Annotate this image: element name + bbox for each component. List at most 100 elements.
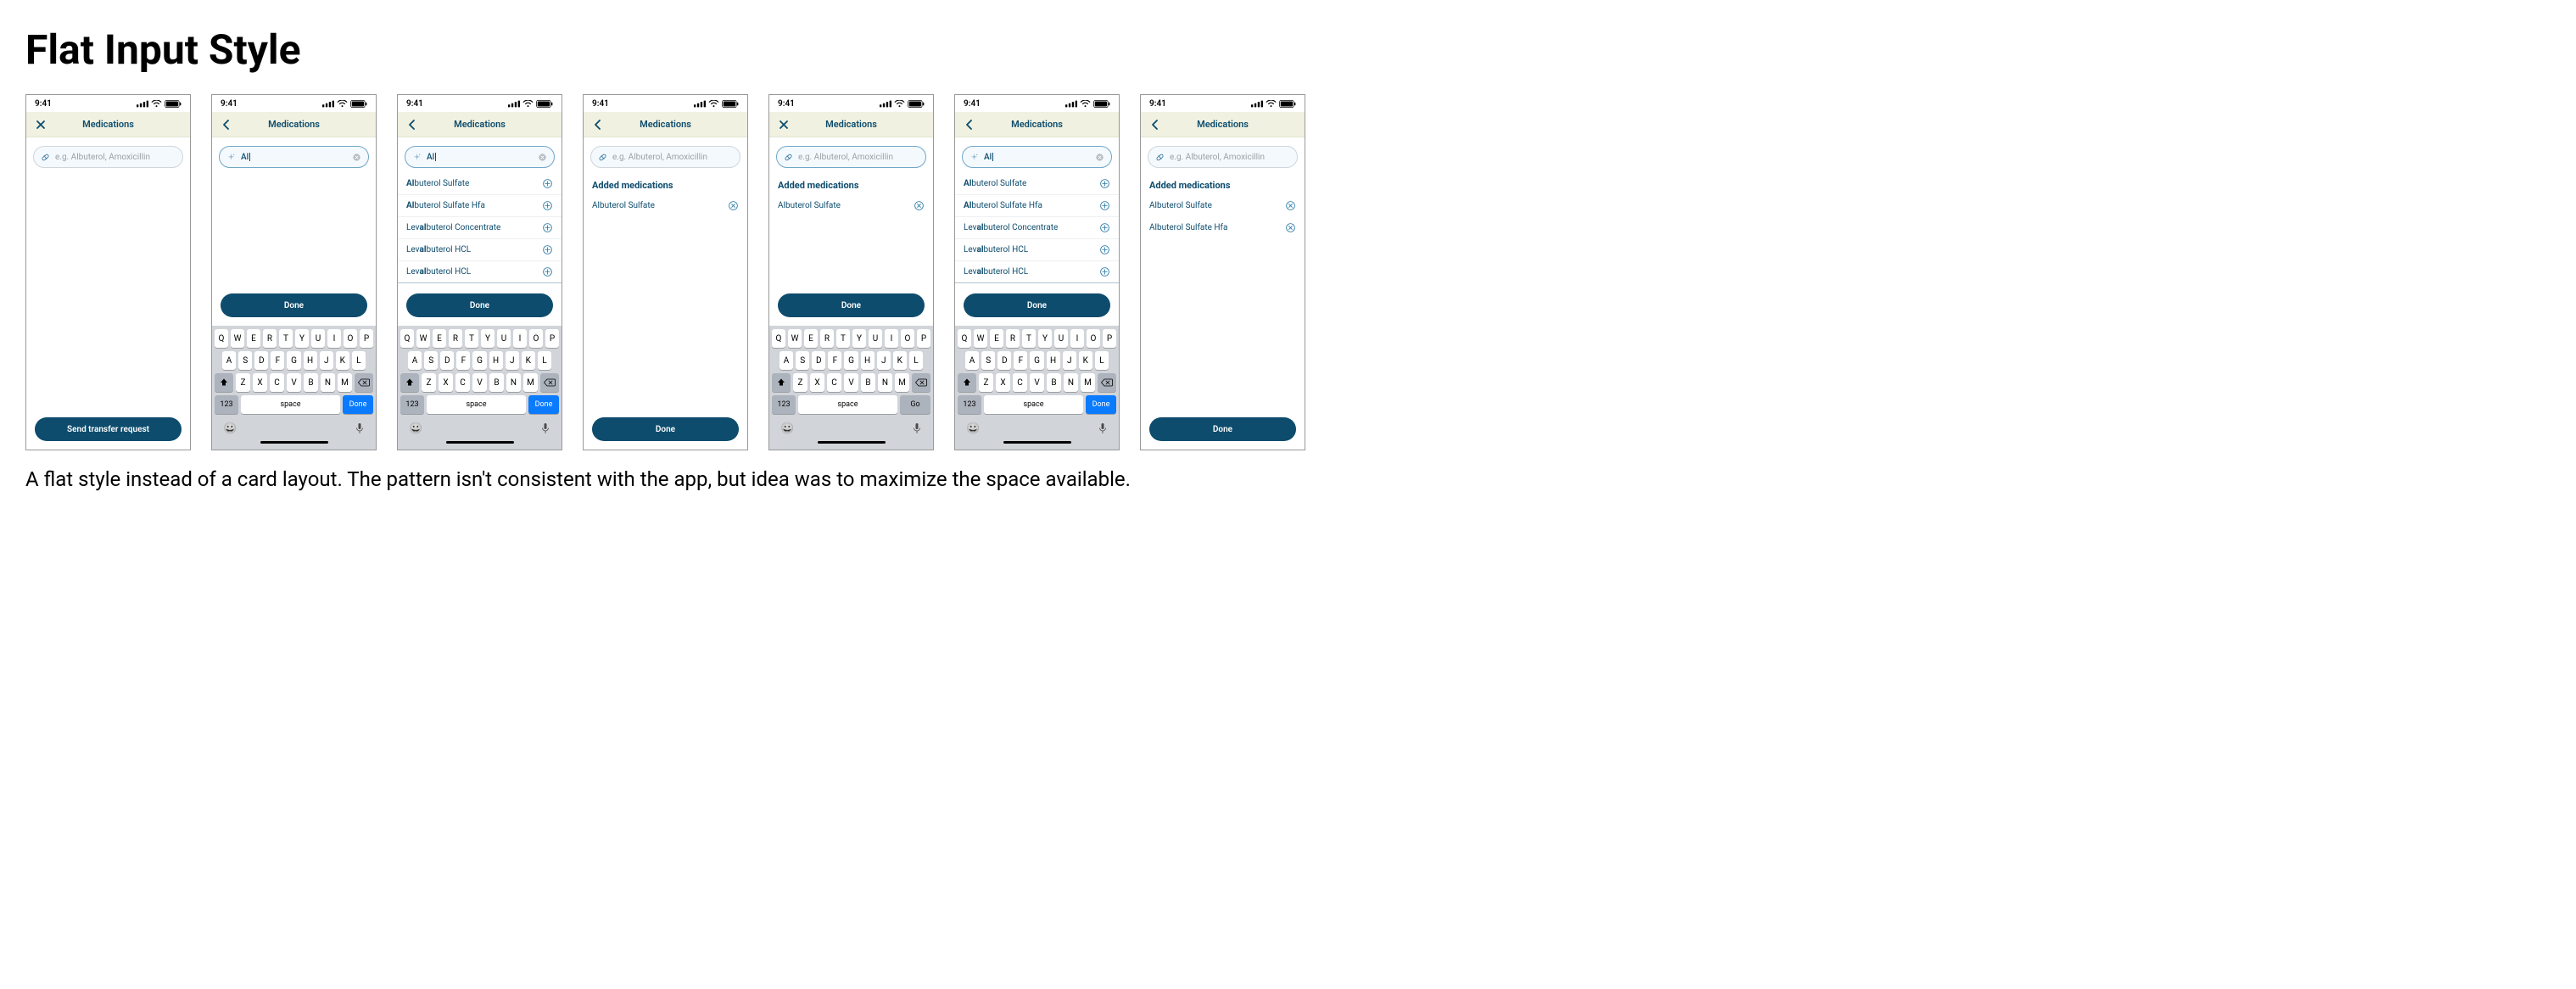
add-icon[interactable] — [542, 178, 553, 189]
key-A[interactable]: A — [222, 351, 236, 370]
key-Q[interactable]: Q — [958, 329, 971, 348]
key-K[interactable]: K — [893, 351, 907, 370]
key-K[interactable]: K — [522, 351, 535, 370]
key-C[interactable]: C — [827, 373, 841, 392]
shift-key[interactable] — [772, 373, 791, 392]
key-T[interactable]: T — [1022, 329, 1036, 348]
mic-icon[interactable] — [540, 422, 550, 434]
numeric-key[interactable]: 123 — [215, 395, 238, 414]
key-X[interactable]: X — [996, 373, 1010, 392]
clear-icon[interactable] — [538, 153, 547, 162]
key-L[interactable]: L — [538, 351, 551, 370]
key-O[interactable]: O — [1087, 329, 1100, 348]
key-U[interactable]: U — [497, 329, 511, 348]
key-G[interactable]: G — [472, 351, 486, 370]
key-X[interactable]: X — [253, 373, 267, 392]
key-C[interactable]: C — [1013, 373, 1027, 392]
key-N[interactable]: N — [506, 373, 521, 392]
key-V[interactable]: V — [844, 373, 858, 392]
shift-key[interactable] — [958, 373, 976, 392]
key-W[interactable]: W — [974, 329, 987, 348]
key-R[interactable]: R — [1006, 329, 1020, 348]
key-P[interactable]: P — [1103, 329, 1116, 348]
done-button[interactable]: Done — [964, 293, 1110, 317]
key-R[interactable]: R — [263, 329, 277, 348]
key-Z[interactable]: Z — [422, 373, 436, 392]
search-input[interactable]: Al — [219, 146, 369, 168]
backspace-key[interactable] — [540, 373, 559, 392]
space-key[interactable]: space — [427, 395, 526, 414]
key-V[interactable]: V — [1030, 373, 1044, 392]
remove-icon[interactable] — [728, 200, 739, 211]
key-U[interactable]: U — [869, 329, 882, 348]
key-H[interactable]: H — [1047, 351, 1060, 370]
key-U[interactable]: U — [311, 329, 325, 348]
emoji-icon[interactable]: 😀 — [223, 422, 237, 435]
key-F[interactable]: F — [456, 351, 470, 370]
search-input[interactable]: Al — [962, 146, 1112, 168]
shift-key[interactable] — [400, 373, 419, 392]
done-button[interactable]: Done — [221, 293, 367, 317]
key-K[interactable]: K — [336, 351, 349, 370]
add-icon[interactable] — [542, 266, 553, 277]
backspace-key[interactable] — [912, 373, 930, 392]
result-row[interactable]: Albuterol Sulfate Hfa — [398, 195, 562, 217]
key-M[interactable]: M — [1081, 373, 1095, 392]
key-T[interactable]: T — [279, 329, 293, 348]
key-G[interactable]: G — [287, 351, 300, 370]
remove-icon[interactable] — [1285, 222, 1296, 233]
key-Y[interactable]: Y — [295, 329, 309, 348]
key-V[interactable]: V — [472, 373, 487, 392]
keyboard-done-key[interactable]: Done — [343, 395, 373, 414]
key-P[interactable]: P — [545, 329, 559, 348]
key-T[interactable]: T — [836, 329, 850, 348]
clear-icon[interactable] — [1095, 153, 1104, 162]
key-J[interactable]: J — [506, 351, 519, 370]
add-icon[interactable] — [1099, 222, 1110, 233]
result-row[interactable]: Levalbuterol HCL — [955, 261, 1119, 283]
add-icon[interactable] — [1099, 178, 1110, 189]
add-icon[interactable] — [542, 200, 553, 211]
result-row[interactable]: Levalbuterol Concentrate — [955, 217, 1119, 239]
key-J[interactable]: J — [1063, 351, 1076, 370]
key-S[interactable]: S — [424, 351, 438, 370]
key-J[interactable]: J — [320, 351, 333, 370]
key-D[interactable]: D — [812, 351, 825, 370]
emoji-icon[interactable]: 😀 — [966, 422, 980, 435]
key-E[interactable]: E — [433, 329, 446, 348]
key-B[interactable]: B — [1047, 373, 1061, 392]
key-L[interactable]: L — [909, 351, 923, 370]
key-Y[interactable]: Y — [1038, 329, 1052, 348]
mic-icon[interactable] — [912, 422, 922, 434]
key-D[interactable]: D — [254, 351, 268, 370]
result-row[interactable]: Levalbuterol HCL — [955, 239, 1119, 261]
result-row[interactable]: Albuterol Sulfate Hfa — [955, 195, 1119, 217]
key-M[interactable]: M — [895, 373, 909, 392]
key-L[interactable]: L — [1095, 351, 1109, 370]
key-Q[interactable]: Q — [772, 329, 785, 348]
result-row[interactable]: Albuterol Sulfate — [955, 173, 1119, 195]
search-input[interactable]: e.g. Albuterol, Amoxicillin — [776, 146, 926, 168]
result-row[interactable]: Levalbuterol Concentrate — [398, 217, 562, 239]
backspace-key[interactable] — [355, 373, 373, 392]
key-K[interactable]: K — [1079, 351, 1092, 370]
key-I[interactable]: I — [513, 329, 527, 348]
key-S[interactable]: S — [796, 351, 809, 370]
done-button[interactable]: Done — [1149, 417, 1296, 441]
key-Z[interactable]: Z — [979, 373, 993, 392]
mic-icon[interactable] — [355, 422, 365, 434]
key-W[interactable]: W — [231, 329, 244, 348]
key-M[interactable]: M — [523, 373, 538, 392]
key-F[interactable]: F — [1014, 351, 1027, 370]
key-N[interactable]: N — [1064, 373, 1078, 392]
key-J[interactable]: J — [877, 351, 891, 370]
key-L[interactable]: L — [352, 351, 366, 370]
key-Z[interactable]: Z — [236, 373, 250, 392]
key-W[interactable]: W — [416, 329, 430, 348]
key-T[interactable]: T — [465, 329, 478, 348]
key-H[interactable]: H — [861, 351, 874, 370]
key-Q[interactable]: Q — [400, 329, 414, 348]
key-R[interactable]: R — [449, 329, 462, 348]
add-icon[interactable] — [542, 222, 553, 233]
key-B[interactable]: B — [304, 373, 318, 392]
